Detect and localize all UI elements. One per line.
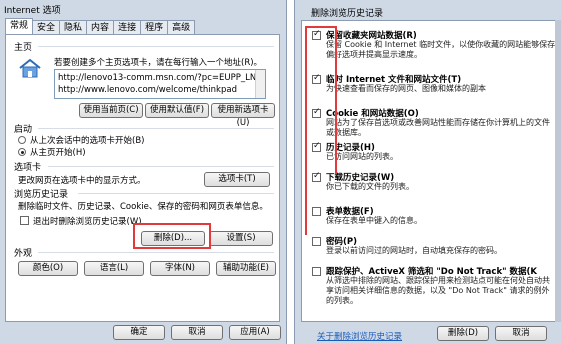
tab-programs[interactable]: 程序 — [140, 20, 169, 35]
internet-options-dialog: Internet 选项 常规 安全 隐私 内容 连接 程序 高级 主页 若要创建… — [0, 0, 287, 344]
history-group-label: 浏览历史记录 — [14, 190, 69, 200]
use-default-button[interactable]: 使用默认值(F) — [145, 103, 209, 118]
homepage-url-line: http://lenovo13-comm.msn.com/?pc=EUPP_LN — [58, 73, 257, 83]
accessibility-button[interactable]: 辅助功能(E) — [216, 261, 276, 276]
delete-button[interactable]: 删除(D) — [437, 326, 489, 341]
option-description: 已访问网站的列表。 — [326, 152, 398, 161]
colors-button[interactable]: 颜色(O) — [18, 261, 78, 276]
about-delete-history-link[interactable]: 关于删除浏览历史记录 — [317, 330, 402, 342]
divider — [38, 252, 274, 253]
tab-security[interactable]: 安全 — [32, 20, 61, 35]
startup-last-session-radio[interactable] — [18, 136, 26, 144]
homepage-url-input[interactable]: http://lenovo13-comm.msn.com/?pc=EUPP_LN… — [54, 69, 266, 99]
checkbox[interactable] — [312, 73, 321, 84]
ok-button[interactable]: 确定 — [113, 325, 165, 340]
fonts-button[interactable]: 字体(N) — [150, 261, 210, 276]
checkbox[interactable] — [312, 29, 321, 40]
checkbox[interactable] — [312, 171, 321, 182]
divider — [38, 46, 274, 47]
highlight-box — [133, 223, 211, 249]
history-description: 删除临时文件、历史记录、Cookie、保存的密码和网页表单信息。 — [18, 202, 268, 212]
cancel-button[interactable]: 取消 — [171, 325, 223, 340]
tabs-description: 更改网页在选项卡中的显示方式。 — [18, 176, 146, 186]
tab-advanced[interactable]: 高级 — [167, 20, 196, 35]
checkbox[interactable] — [312, 107, 321, 118]
homepage-description: 若要创建多个主页选项卡，请在每行输入一个地址(R)。 — [54, 58, 263, 68]
tab-content[interactable]: 内容 — [86, 20, 115, 35]
dialog-scrollbar[interactable] — [555, 20, 561, 322]
tabs-group-label: 选项卡 — [14, 163, 42, 173]
option-description: 登录以前访问过的网站时，自动填充保存的密码。 — [326, 246, 502, 255]
option-description: 保留 Cookie 和 Internet 临时文件，以使你收藏的网站能够保存偏好… — [326, 40, 556, 59]
history-settings-button[interactable]: 设置(S) — [209, 231, 273, 246]
delete-on-exit-checkbox[interactable] — [20, 216, 29, 225]
use-new-tab-button[interactable]: 使用新选项卡(U) — [211, 103, 275, 128]
highlight-mark — [305, 28, 307, 235]
highlight-mark — [335, 26, 337, 174]
tabs-settings-button[interactable]: 选项卡(T) — [204, 172, 270, 187]
tab-strip: 常规 安全 隐私 内容 连接 程序 高级 — [5, 18, 196, 35]
checkbox[interactable] — [312, 267, 321, 276]
checkbox[interactable] — [312, 237, 321, 246]
divider — [38, 128, 274, 129]
history-options-panel: 保留收藏夹网站数据(R) 保留 Cookie 和 Internet 临时文件，以… — [301, 20, 559, 322]
delete-on-exit-label: 退出时删除浏览历史记录(W) — [33, 217, 142, 227]
option-description: 网站为了保存首选项或改善网站性能而存储在你计算机上的文件或数据库。 — [326, 118, 550, 137]
option-description: 保存在表单中键入的信息。 — [326, 216, 422, 225]
tab-privacy[interactable]: 隐私 — [59, 20, 88, 35]
divider — [48, 166, 274, 167]
dialog-title: Internet 选项 — [4, 6, 61, 16]
appearance-group-label: 外观 — [14, 249, 33, 259]
home-icon — [19, 58, 41, 78]
option-description: 从筛选中排除的网站、跟踪保护用来检测站点可能在何处自动共享访问相关详细信息的数据… — [326, 276, 550, 305]
delete-browsing-history-dialog: 删除浏览历史记录 保留收藏夹网站数据(R) 保留 Cookie 和 Intern… — [294, 0, 561, 344]
cancel-button[interactable]: 取消 — [495, 326, 547, 341]
dialog-title: 删除浏览历史记录 — [311, 9, 384, 19]
use-current-button[interactable]: 使用当前页(C) — [79, 103, 143, 118]
languages-button[interactable]: 语言(L) — [84, 261, 144, 276]
divider — [78, 193, 274, 194]
url-scrollbar[interactable] — [255, 70, 265, 98]
highlight-mark — [305, 26, 337, 28]
apply-button[interactable]: 应用(A) — [229, 325, 281, 340]
startup-last-session-label: 从上次会话中的选项卡开始(B) — [30, 136, 145, 146]
startup-homepage-radio[interactable] — [18, 148, 26, 156]
startup-homepage-label: 从主页开始(H) — [30, 148, 86, 158]
option-description: 为快速查看而保存的网页、图像和媒体的副本 — [326, 84, 486, 93]
option-description: 你已下载的文件的列表。 — [326, 182, 414, 191]
homepage-group-label: 主页 — [14, 43, 33, 53]
tab-general[interactable]: 常规 — [5, 18, 34, 35]
homepage-url-line: http://www.lenovo.com/welcome/thinkpad — [58, 85, 237, 95]
general-panel: 主页 若要创建多个主页选项卡，请在每行输入一个地址(R)。 http://len… — [5, 34, 280, 322]
tab-connections[interactable]: 连接 — [113, 20, 142, 35]
checkbox[interactable] — [312, 207, 321, 216]
checkbox[interactable] — [312, 141, 321, 152]
